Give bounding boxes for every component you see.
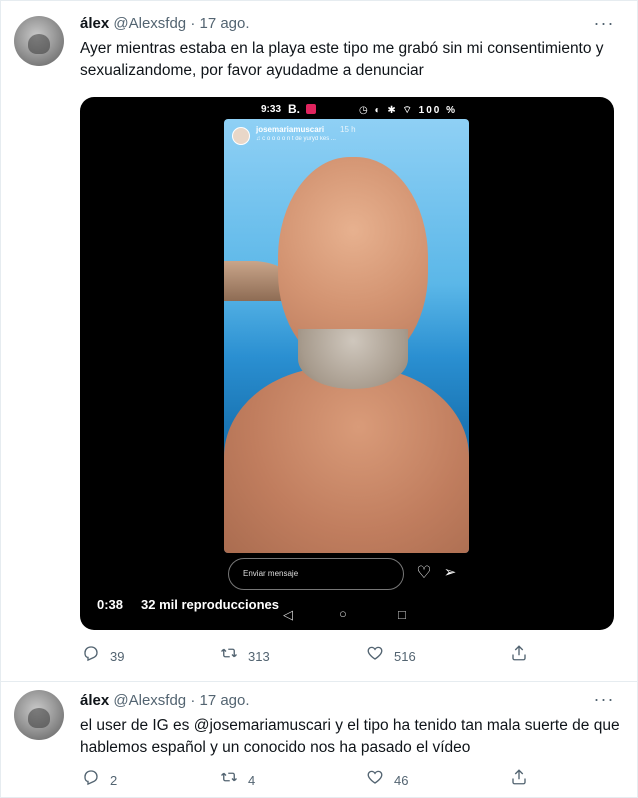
retweet-button[interactable]: 4 (218, 768, 255, 790)
tweet-actions: 39 313 516 (80, 644, 540, 666)
tweet[interactable]: álex @Alexsfdg · 17 ago. ··· Ayer mientr… (0, 0, 638, 682)
notification-icon (306, 104, 316, 114)
story-time: 15 h (340, 125, 356, 134)
tweet[interactable]: álex @Alexsfdg · 17 ago. ··· el user de … (0, 682, 638, 798)
tweet-header: álex @Alexsfdg · 17 ago. (80, 691, 250, 711)
reply-count: 2 (110, 772, 118, 788)
tweet-header: álex @Alexsfdg · 17 ago. (80, 14, 250, 34)
back-icon: ◁ (283, 607, 293, 622)
reply-button[interactable]: 2 (80, 768, 117, 790)
share-button[interactable] (508, 768, 530, 790)
person-beard (298, 329, 408, 389)
avatar[interactable] (14, 16, 64, 66)
share-button[interactable] (508, 644, 530, 666)
phone-status-bar: 9:33 B. ◷ ◐ ✱ ⌔ 100 % (80, 101, 614, 119)
more-horizontal-icon[interactable]: ··· (592, 690, 616, 712)
video-views: 32 mil reproducciones (141, 597, 279, 612)
share-icon (508, 768, 530, 793)
message-placeholder: Enviar mensaje (243, 569, 299, 578)
more-horizontal-icon[interactable]: ··· (592, 14, 616, 36)
timestamp[interactable]: 17 ago. (199, 692, 249, 709)
display-name[interactable]: álex (80, 15, 109, 32)
status-time: 9:33 (261, 104, 282, 115)
message-input: Enviar mensaje (228, 558, 404, 590)
share-icon (508, 644, 530, 669)
retweet-count: 313 (248, 648, 270, 664)
status-icons: ◷ ◐ ✱ ⌔ 100 % (359, 105, 458, 116)
send-icon: ➢ (443, 564, 457, 581)
home-icon: ○ (339, 606, 347, 621)
avatar[interactable] (14, 690, 64, 740)
story-header: josemariamuscari 15 h ♫ c o o o o n t de… (232, 125, 462, 153)
status-app-label: B. (288, 102, 300, 116)
story-username: josemariamuscari (256, 125, 325, 134)
story-music: ♫ c o o o o n t de yuryd kes ... (256, 136, 336, 142)
retweet-icon (218, 768, 240, 793)
tweet-text: el user de IG es @josemariamuscari y el … (80, 717, 620, 756)
separator: · (190, 15, 196, 32)
reply-icon (80, 644, 102, 669)
person-body (224, 367, 469, 553)
reply-button[interactable]: 39 (80, 644, 124, 666)
reply-icon (80, 768, 102, 793)
tweet-actions: 2 4 46 (80, 768, 540, 790)
display-name[interactable]: álex (80, 692, 109, 709)
heart-icon: ♡ (416, 563, 432, 582)
video-frame: josemariamuscari 15 h ♫ c o o o o n t de… (224, 119, 469, 553)
retweet-count: 4 (248, 772, 256, 788)
like-count: 516 (394, 648, 416, 664)
retweet-icon (218, 644, 240, 669)
like-count: 46 (394, 772, 409, 788)
recents-icon: □ (398, 607, 406, 622)
heart-icon (364, 644, 386, 669)
like-button[interactable]: 46 (364, 768, 408, 790)
retweet-button[interactable]: 313 (218, 644, 270, 666)
timestamp[interactable]: 17 ago. (199, 15, 249, 32)
like-button[interactable]: 516 (364, 644, 416, 666)
separator: · (190, 692, 196, 709)
heart-icon (364, 768, 386, 793)
reply-count: 39 (110, 648, 125, 664)
handle[interactable]: @Alexsfdg (113, 15, 186, 32)
tweet-text: Ayer mientras estaba en la playa este ti… (80, 40, 604, 79)
video-player[interactable]: 9:33 B. ◷ ◐ ✱ ⌔ 100 % josemariamuscari 1… (80, 97, 614, 630)
video-duration: 0:38 (97, 597, 124, 612)
story-avatar (232, 127, 250, 145)
handle[interactable]: @Alexsfdg (113, 692, 186, 709)
